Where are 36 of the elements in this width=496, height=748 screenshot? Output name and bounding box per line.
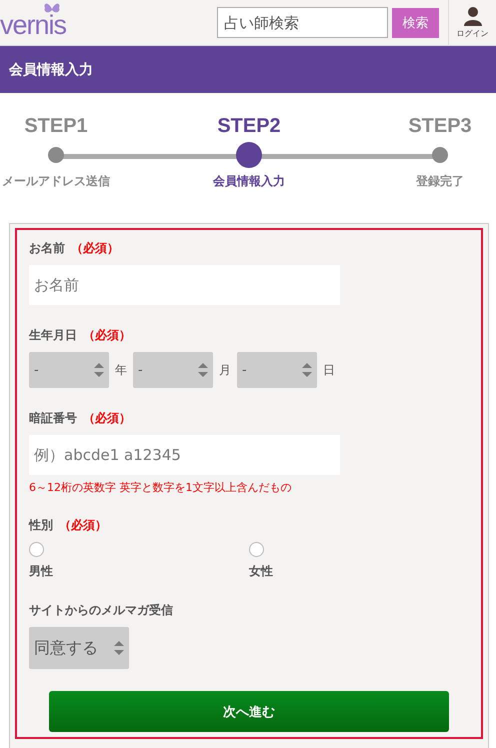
step-label: STEP1 [24,115,88,139]
field-label: 性別 （必須） [29,517,108,534]
field-label: 暗証番号 （必須） [29,410,132,427]
unit-label: 月 [219,362,231,378]
user-icon[interactable] [462,6,482,26]
step-label: STEP2 [217,115,281,139]
field-label: サイトからのメルマガ受信 [29,602,174,619]
sort-arrows-icon [302,363,312,377]
dropdown[interactable]: 同意する [29,627,129,669]
unit-label: 日 [323,362,335,378]
step-label: STEP3 [408,115,472,139]
radio-label: 男性 [29,563,54,580]
next-button[interactable]: 次へ進む [49,691,449,732]
sort-arrows-icon [94,363,104,377]
unit-label: 年 [115,362,127,378]
hint-text: 6～12桁の英数字 英字と数字を1文字以上含んだもの [29,480,292,495]
step-caption: 登録完了 [416,173,464,190]
dropdown[interactable]: - [29,352,109,388]
field-label: 生年月日 （必須） [29,327,132,344]
sort-arrows-icon [114,641,124,655]
page-title-bar: 会員情報入力 [0,46,496,93]
login-link[interactable]: ログイン [456,28,488,39]
search-button[interactable]: 検索 [392,8,439,38]
search-field[interactable]: 占い師検索 [217,7,388,38]
logo[interactable]: vernis [0,0,80,44]
input-field[interactable]: 例）abcde1 a12345 [29,435,340,475]
radio-button[interactable] [29,542,44,557]
radio-button[interactable] [249,542,264,557]
sort-arrows-icon [198,363,208,377]
step-caption: 会員情報入力 [213,173,285,190]
radio-label: 女性 [249,563,274,580]
step-caption: メールアドレス送信 [2,173,110,190]
dropdown[interactable]: - [237,352,317,388]
field-label: お名前 （必須） [29,240,120,257]
input-field[interactable]: お名前 [29,265,340,305]
dropdown[interactable]: - [133,352,213,388]
